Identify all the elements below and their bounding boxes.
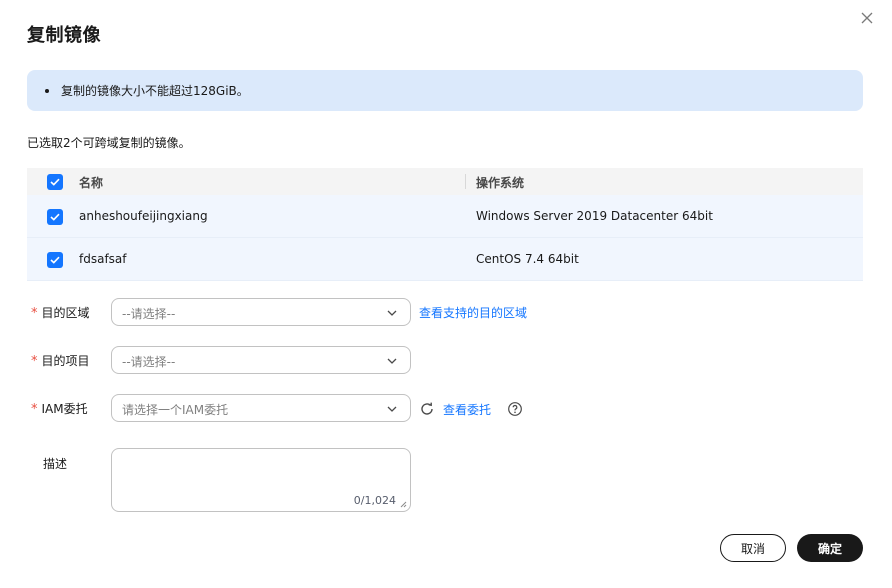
project-select[interactable]: --请选择-- [111,346,411,374]
notice-banner: 复制的镜像大小不能超过128GiB。 [27,70,863,111]
region-select[interactable]: --请选择-- [111,298,411,326]
description-label: 描述 [43,457,68,471]
chevron-down-icon [387,310,397,316]
refresh-icon[interactable] [419,401,435,417]
selection-summary: 已选取2个可跨域复制的镜像。 [27,136,191,150]
view-supported-regions-link[interactable]: 查看支持的目的区域 [419,304,527,321]
project-label-text: 目的项目 [41,354,90,368]
iam-select-placeholder: 请选择一个IAM委托 [122,403,229,417]
table-header: 名称 操作系统 [27,168,863,195]
required-mark: * [31,402,38,417]
table-row: fdsafsaf CentOS 7.4 64bit [27,238,863,281]
iam-label-text: IAM委托 [41,402,88,416]
required-mark: * [31,354,38,369]
cancel-button[interactable]: 取消 [720,534,786,562]
character-counter: 0/1,024 [353,494,396,507]
row-name: anheshoufeijingxiang [79,209,208,223]
dialog-title: 复制镜像 [27,25,101,46]
row-os: Windows Server 2019 Datacenter 64bit [476,209,713,223]
row-os: CentOS 7.4 64bit [476,252,579,266]
check-icon [50,256,60,264]
description-textarea[interactable]: 0/1,024 [111,448,411,512]
notice-text: 复制的镜像大小不能超过128GiB。 [61,84,249,98]
check-icon [50,213,60,221]
row-checkbox[interactable] [47,252,63,268]
selected-images-table: 名称 操作系统 anheshoufeijingxiang Windows Ser… [27,168,863,281]
copy-image-dialog: 复制镜像 复制的镜像大小不能超过128GiB。 已选取2个可跨域复制的镜像。 名… [0,0,892,588]
iam-label: * IAM委托 [31,400,88,417]
column-header-os: 操作系统 [476,176,525,190]
table-row: anheshoufeijingxiang Windows Server 2019… [27,195,863,238]
view-agency-link[interactable]: 查看委托 [443,401,491,418]
required-mark: * [31,306,38,321]
help-icon[interactable] [507,401,523,417]
select-all-checkbox[interactable] [47,174,63,190]
row-checkbox[interactable] [47,209,63,225]
bullet-icon [45,89,49,93]
iam-agency-select[interactable]: 请选择一个IAM委托 [111,394,411,422]
region-select-placeholder: --请选择-- [122,307,176,321]
chevron-down-icon [387,358,397,364]
project-label: * 目的项目 [31,352,90,369]
confirm-button[interactable]: 确定 [797,534,863,562]
project-select-placeholder: --请选择-- [122,355,176,369]
resize-handle-icon[interactable] [400,501,407,508]
row-name: fdsafsaf [79,252,127,266]
column-header-name: 名称 [79,176,104,190]
check-icon [50,178,60,186]
region-label-text: 目的区域 [41,306,90,320]
close-icon[interactable] [859,10,875,26]
chevron-down-icon [387,406,397,412]
column-divider [465,174,466,189]
region-label: * 目的区域 [31,304,90,321]
